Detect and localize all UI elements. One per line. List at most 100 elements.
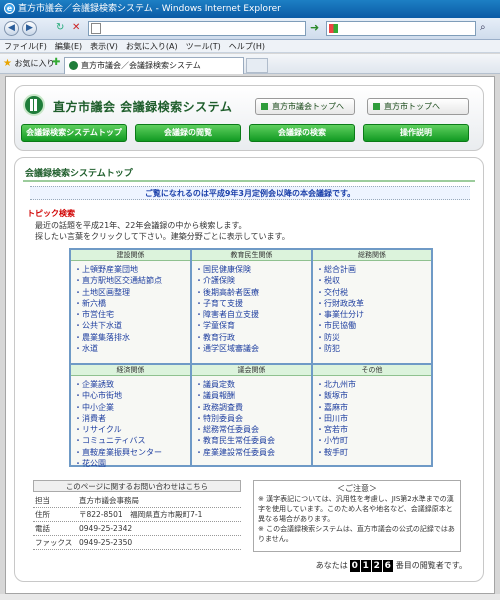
nav-system-top[interactable]: 会議録検索システムトップ	[21, 124, 127, 142]
topic-cell-council: 議会関係 議員定数 議員報酬 政務調査費 特別委員会 総務常任委員会 教育民生常…	[191, 364, 312, 466]
nav-browse[interactable]: 会議録の閲覧	[135, 124, 241, 142]
topic-link[interactable]: 嘉麻市	[316, 402, 431, 413]
back-icon[interactable]: ◀	[4, 21, 19, 36]
topic-link[interactable]: 政務調査費	[195, 402, 311, 413]
topic-link[interactable]: 介護保険	[195, 275, 311, 286]
topic-link[interactable]: 企業誘致	[74, 379, 190, 390]
topic-link[interactable]: 学童保育	[195, 320, 311, 331]
topic-link[interactable]: 宮若市	[316, 424, 431, 435]
page-title: 会議録検索システムトップ	[25, 169, 133, 179]
topic-link[interactable]: 直鞍産業振興センター	[74, 447, 190, 458]
topic-link[interactable]: 消費者	[74, 413, 190, 424]
contact-row: 電話 0949-25-2342	[33, 522, 241, 536]
contact-row: 担当 直方市議会事務局	[33, 494, 241, 508]
topic-link[interactable]: 事業仕分け	[316, 309, 431, 320]
topic-link[interactable]: 直方駅地区交通結節点	[74, 275, 190, 286]
go-arrow-icon[interactable]: ➜	[310, 22, 319, 34]
topic-link[interactable]: 農業集落排水	[74, 332, 190, 343]
menu-edit[interactable]: 編集(E)	[51, 40, 86, 53]
topic-link[interactable]: 産業建設常任委員会	[195, 447, 311, 458]
topic-link[interactable]: リサイクル	[74, 424, 190, 435]
topic-link[interactable]: 公共下水道	[74, 320, 190, 331]
topic-link[interactable]: 通学区域審議会	[195, 343, 311, 354]
page-icon	[91, 23, 101, 34]
menu-bar: ファイル(F) 編集(E) 表示(V) お気に入り(A) ツール(T) ヘルプ(H)	[0, 40, 500, 53]
topic-link[interactable]: 防犯	[316, 343, 431, 354]
topic-cell-construction: 建設関係 上頓野産業団地 直方駅地区交通結節点 土地区画整理 新六橋 市営住宅 …	[70, 249, 191, 364]
favorites-button[interactable]: ★ お気に入り	[3, 57, 55, 70]
menu-view[interactable]: 表示(V)	[86, 40, 122, 53]
counter-digits: 0126	[349, 560, 393, 572]
topic-link[interactable]: 水道	[74, 343, 190, 354]
refresh-icon[interactable]: ↻	[56, 22, 64, 33]
topic-link[interactable]: 上頓野産業団地	[74, 264, 190, 275]
bullet-icon	[261, 103, 268, 110]
caution-title: ＜ご注意＞	[337, 484, 377, 493]
topic-grid: 建設関係 上頓野産業団地 直方駅地区交通結節点 土地区画整理 新六橋 市営住宅 …	[69, 248, 433, 469]
topic-link[interactable]: 交付税	[316, 287, 431, 298]
topic-link[interactable]: 総務常任委員会	[195, 424, 311, 435]
contact-row: 住所 〒822-8501 福岡県直方市殿町7-1	[33, 508, 241, 522]
topic-link[interactable]: 子育て支援	[195, 298, 311, 309]
topic-cell-heading: 建設関係	[71, 250, 190, 261]
council-top-link[interactable]: 直方市議会トップへ	[255, 98, 355, 115]
tab-title: 直方市議会／会議録検索システム	[81, 61, 201, 70]
topic-link[interactable]: 行財政改革	[316, 298, 431, 309]
topic-cell-heading: 経済関係	[71, 365, 190, 376]
topic-link[interactable]: 土地区画整理	[74, 287, 190, 298]
star-icon: ★	[3, 58, 12, 69]
topic-link[interactable]: 飯塚市	[316, 390, 431, 401]
page-viewport: 直方市議会 会議録検索システム 直方市議会トップへ 直方市トップへ 会議録検索シ…	[5, 76, 495, 594]
topic-cell-heading: 教育民生関係	[192, 250, 311, 261]
search-input[interactable]	[326, 21, 476, 36]
ie-logo-icon: e	[4, 3, 15, 14]
topic-cell-other: その他 北九州市 飯塚市 嘉麻市 田川市 宮若市 小竹町 鞍手町	[312, 364, 432, 466]
menu-help[interactable]: ヘルプ(H)	[225, 40, 269, 53]
city-top-link[interactable]: 直方市トップへ	[367, 98, 469, 115]
topic-link[interactable]: 市民協働	[316, 320, 431, 331]
divider	[23, 180, 475, 182]
topic-link[interactable]: 鞍手町	[316, 447, 431, 458]
new-tab-button[interactable]	[246, 58, 268, 73]
topic-link[interactable]: 特別委員会	[195, 413, 311, 424]
bullet-icon	[373, 103, 380, 110]
topic-link[interactable]: 田川市	[316, 413, 431, 424]
topic-link[interactable]: 防災	[316, 332, 431, 343]
topic-link[interactable]: 総合計画	[316, 264, 431, 275]
topic-link[interactable]: 後期高齢者医療	[195, 287, 311, 298]
topic-link[interactable]: コミュニティバス	[74, 435, 190, 446]
topic-link[interactable]: 国民健康保険	[195, 264, 311, 275]
topic-link[interactable]: 新六橋	[74, 298, 190, 309]
topic-link[interactable]: 税収	[316, 275, 431, 286]
city-emblem-icon	[23, 94, 45, 116]
menu-favorites[interactable]: お気に入り(A)	[122, 40, 182, 53]
nav-search[interactable]: 会議録の検索	[249, 124, 355, 142]
topic-link[interactable]: 教育民生常任委員会	[195, 435, 311, 446]
search-provider-icon	[329, 24, 338, 33]
topic-link[interactable]: 小竹町	[316, 435, 431, 446]
stop-icon[interactable]: ✕	[72, 22, 80, 33]
topic-link[interactable]: 北九州市	[316, 379, 431, 390]
contact-heading: このページに関するお問い合わせはこちら	[33, 480, 241, 492]
address-bar[interactable]	[88, 21, 306, 36]
menu-tools[interactable]: ツール(T)	[182, 40, 225, 53]
favorites-bar: ★ お気に入り ✚ 直方市議会／会議録検索システム	[0, 54, 500, 74]
contact-box: このページに関するお問い合わせはこちら 担当 直方市議会事務局 住所 〒822-85…	[33, 480, 241, 552]
topic-link[interactable]: 中小企業	[74, 402, 190, 413]
window-title: 直方市議会／会議録検索システム - Windows Internet Explo…	[18, 4, 281, 14]
topic-link[interactable]: 花公園	[74, 458, 190, 469]
topic-link[interactable]: 中心市街地	[74, 390, 190, 401]
topic-link[interactable]: 議員報酬	[195, 390, 311, 401]
caution-text: ※ この会議録検索システムは、直方市議会の公式の記録ではありません。	[258, 525, 455, 543]
browser-tab[interactable]: 直方市議会／会議録検索システム	[64, 57, 244, 74]
contact-row: ファックス 0949-25-2350	[33, 536, 241, 550]
forward-icon[interactable]: ▶	[22, 21, 37, 36]
topic-link[interactable]: 市営住宅	[74, 309, 190, 320]
nav-help[interactable]: 操作説明	[363, 124, 469, 142]
topic-link[interactable]: 教育行政	[195, 332, 311, 343]
add-favorite-icon[interactable]: ✚	[52, 58, 62, 68]
menu-file[interactable]: ファイル(F)	[0, 40, 51, 53]
topic-link[interactable]: 障害者自立支援	[195, 309, 311, 320]
search-icon[interactable]: ⌕	[480, 22, 486, 33]
topic-link[interactable]: 議員定数	[195, 379, 311, 390]
